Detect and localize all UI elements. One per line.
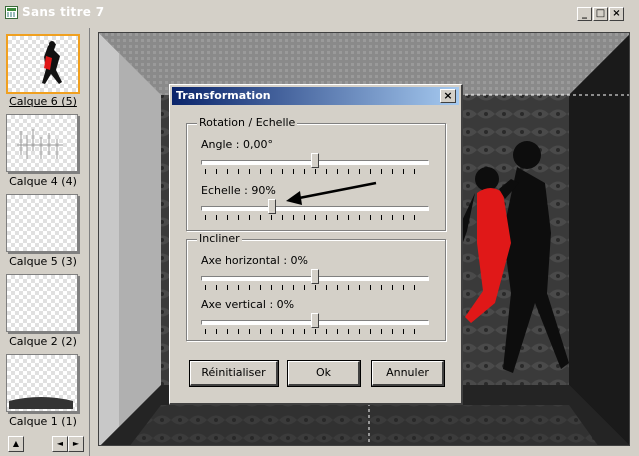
slider-thumb[interactable] [311,153,319,168]
slider-ticks [205,285,425,290]
dancers-thumbnail-image [42,41,62,84]
image-document-icon [5,6,18,19]
layer-thumbnail [6,274,78,332]
horizontal-axis-label: Axe horizontal : 0% [201,254,308,267]
layer-label: Calque 6 (5) [9,95,77,108]
layer-thumbnail [6,194,78,252]
group-label: Rotation / Echelle [197,116,298,129]
slider-ticks [205,329,425,334]
minimize-button[interactable]: _ [577,7,592,21]
layer-thumbnail [6,114,78,172]
floor-thumbnail-image [9,397,73,409]
annotation-arrow-icon [286,181,377,205]
vertical-axis-label: Axe vertical : 0% [201,298,295,311]
dialog-title-bar[interactable]: Transformation × [172,87,459,105]
vertical-axis-slider[interactable] [201,313,429,336]
layer-label: Calque 5 (3) [9,255,77,268]
angle-label: Angle : 0,00° [201,138,273,151]
texture-thumbnail-image [17,129,63,159]
close-button[interactable]: × [609,7,624,21]
layer-label: Calque 1 (1) [9,415,77,428]
slider-thumb[interactable] [311,313,319,328]
transformation-dialog: Transformation × Rotation / Echelle Angl… [169,84,463,405]
angle-slider[interactable] [201,153,429,176]
scale-label: Echelle : 90% [201,184,276,197]
scroll-up-button[interactable]: ▲ [8,436,24,452]
layers-panel: Calque 6 (5) Calque 4 (4) Calque 5 (3) C… [0,28,90,456]
layers-scrollbar[interactable]: ▲ ◄ ► [4,436,88,452]
scroll-left-button[interactable]: ◄ [52,436,68,452]
layer-thumbnail [6,34,80,94]
slider-ticks [205,215,425,220]
reset-button[interactable]: Réinitialiser [189,360,279,387]
skew-group: Incliner Axe horizontal : 0% Axe vertica… [186,232,446,341]
layer-label: Calque 4 (4) [9,175,77,188]
slider-thumb[interactable] [267,199,276,214]
layer-label: Calque 2 (2) [9,335,77,348]
cancel-button[interactable]: Annuler [371,360,445,387]
window-title: Sans titre 7 [22,5,105,19]
window-title-bar[interactable]: Sans titre 7 _ □ × [0,0,639,28]
maximize-button[interactable]: □ [593,7,608,21]
slider-thumb[interactable] [311,269,319,284]
dialog-close-button[interactable]: × [440,89,456,103]
scroll-right-button[interactable]: ► [68,436,84,452]
ok-button[interactable]: Ok [287,360,361,387]
slider-ticks [205,169,425,174]
layer-thumbnail [6,354,78,412]
group-label: Incliner [197,232,242,245]
horizontal-axis-slider[interactable] [201,269,429,292]
dialog-title: Transformation [176,89,271,102]
